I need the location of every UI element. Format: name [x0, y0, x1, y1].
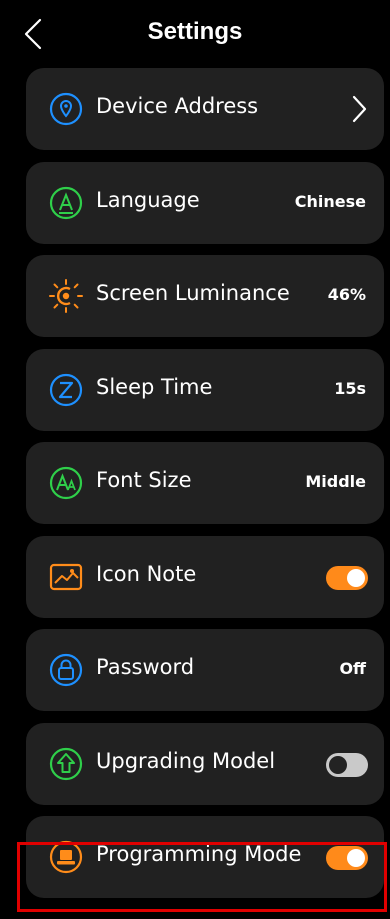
row-label: Device Address — [96, 94, 259, 118]
chevron-right-icon — [352, 95, 367, 123]
row-sleep-time[interactable]: Sleep Time 15s — [26, 348, 384, 431]
row-icon-note[interactable]: Icon Note — [26, 535, 384, 618]
row-font-size[interactable]: Font Size Middle — [26, 442, 384, 524]
page-title: Settings — [147, 18, 243, 45]
icon-note-toggle[interactable] — [326, 565, 368, 590]
row-label: Password — [96, 655, 195, 679]
programming-icon — [49, 840, 83, 874]
brightness-icon — [49, 279, 83, 313]
upgrading-model-toggle[interactable] — [326, 752, 368, 777]
header-bar: Settings — [0, 0, 390, 64]
row-value: 15s — [334, 378, 366, 398]
toggle-knob — [347, 849, 365, 867]
font-size-icon — [49, 466, 83, 500]
toggle-knob — [347, 568, 365, 587]
language-icon — [49, 186, 83, 219]
row-value: 46% — [327, 285, 366, 304]
row-label: Screen Luminance — [96, 281, 290, 305]
row-label: Upgrading Model — [96, 748, 276, 773]
location-pin-icon — [49, 92, 83, 126]
row-label: Language — [96, 187, 200, 212]
programming-mode-toggle[interactable] — [326, 846, 368, 870]
row-password[interactable]: Password Off — [26, 629, 384, 711]
row-device-address[interactable]: Device Address — [26, 68, 384, 150]
row-label: Programming Mode — [96, 842, 302, 866]
row-screen-luminance[interactable]: Screen Luminance 46% — [26, 255, 384, 337]
row-value: Middle — [305, 472, 366, 491]
row-label: Sleep Time — [96, 374, 213, 399]
row-programming-mode[interactable]: Programming Mode — [26, 816, 384, 898]
settings-list: Device Address Language Chinese Screen L… — [26, 68, 384, 910]
row-language[interactable]: Language Chinese — [26, 161, 384, 244]
toggle-knob — [329, 755, 347, 774]
upgrade-icon — [49, 747, 83, 780]
row-label: Font Size — [96, 468, 192, 492]
image-icon — [49, 563, 83, 590]
sleep-icon — [49, 373, 83, 406]
row-value: Off — [339, 659, 366, 678]
lock-icon — [49, 653, 83, 687]
row-label: Icon Note — [96, 561, 197, 586]
row-upgrading-model[interactable]: Upgrading Model — [26, 722, 384, 805]
row-value: Chinese — [294, 191, 366, 211]
